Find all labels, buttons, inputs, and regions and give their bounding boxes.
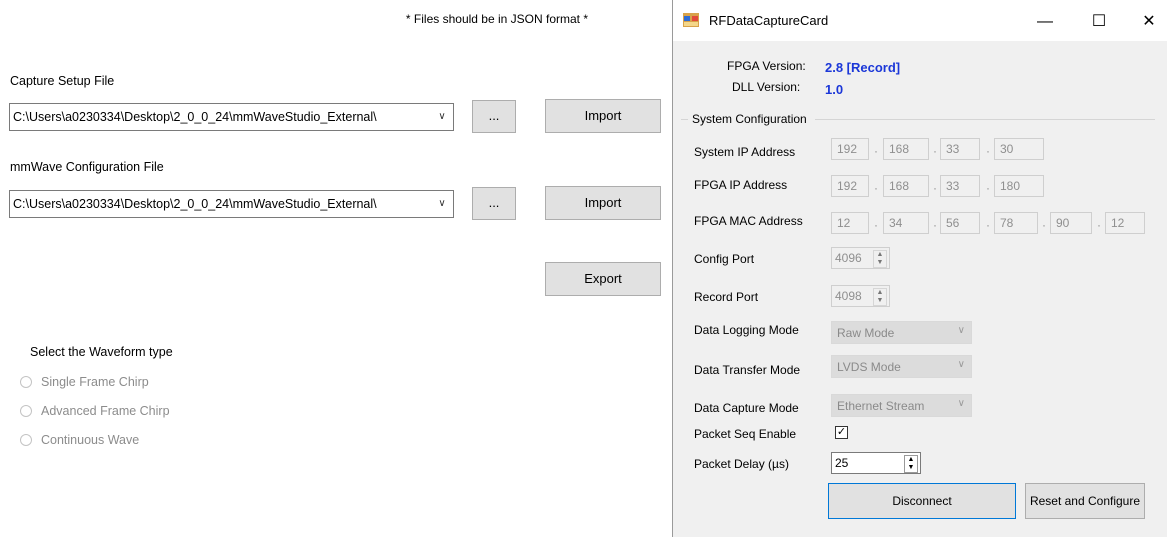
- dll-version-label: DLL Version:: [732, 80, 801, 94]
- data-logging-mode-value: Raw Mode: [837, 326, 895, 340]
- fpga-ip-octet-4[interactable]: 180: [994, 175, 1044, 197]
- radio-label: Single Frame Chirp: [41, 375, 149, 389]
- spinner-arrows-icon[interactable]: ▲ ▼: [873, 250, 887, 268]
- capture-setup-label: Capture Setup File: [10, 74, 115, 88]
- checkmark-icon: ✓: [836, 426, 847, 438]
- mac-separator: ·: [1097, 218, 1101, 232]
- mac-separator: ·: [874, 218, 878, 232]
- mmwave-config-label: mmWave Configuration File: [10, 160, 164, 174]
- mmwave-browse-button[interactable]: ...: [472, 187, 516, 220]
- packet-seq-enable-label: Packet Seq Enable: [694, 427, 797, 441]
- ip-separator: ·: [933, 181, 937, 195]
- data-capture-mode-label: Data Capture Mode: [694, 401, 799, 415]
- fpga-mac-label: FPGA MAC Address: [694, 214, 803, 228]
- chevron-down-icon: ∨: [957, 359, 965, 370]
- radio-label: Continuous Wave: [41, 433, 140, 447]
- packet-delay-spinner[interactable]: 25 ▲ ▼: [831, 452, 921, 474]
- radio-circle[interactable]: [20, 405, 32, 417]
- config-port-label: Config Port: [694, 252, 755, 266]
- waveform-type-title: Select the Waveform type: [30, 345, 173, 359]
- mac-separator: ·: [986, 218, 990, 232]
- close-button[interactable]: ✕: [1126, 8, 1167, 36]
- fpga-mac-byte-2[interactable]: 34: [883, 212, 929, 234]
- group-border: [815, 119, 1155, 120]
- fpga-mac-byte-5[interactable]: 90: [1050, 212, 1092, 234]
- chevron-down-icon: ∨: [957, 325, 965, 336]
- packet-seq-enable-checkbox[interactable]: ✓: [835, 426, 848, 439]
- data-logging-mode-label: Data Logging Mode: [694, 323, 799, 337]
- data-logging-mode-dropdown[interactable]: Raw Mode ∨: [831, 321, 972, 344]
- fpga-mac-byte-6[interactable]: 12: [1105, 212, 1145, 234]
- mac-separator: ·: [1042, 218, 1046, 232]
- record-port-label: Record Port: [694, 290, 759, 304]
- radio-label: Advanced Frame Chirp: [41, 404, 170, 418]
- system-ip-label: System IP Address: [694, 145, 796, 159]
- chevron-down-icon: ∨: [957, 398, 965, 409]
- mac-separator: ·: [933, 218, 937, 232]
- rf-data-capture-card-window: RFDataCaptureCard — ☐ ✕ FPGA Version: 2.…: [672, 0, 1167, 537]
- radio-circle[interactable]: [20, 434, 32, 446]
- ip-separator: ·: [874, 144, 878, 158]
- system-ip-octet-3[interactable]: 33: [940, 138, 980, 160]
- disconnect-button[interactable]: Disconnect: [828, 483, 1016, 519]
- system-ip-octet-1[interactable]: 192: [831, 138, 869, 160]
- fpga-version-value: 2.8 [Record]: [825, 60, 901, 75]
- json-format-note: * Files should be in JSON format *: [405, 12, 588, 26]
- mmwave-config-file-combo[interactable]: C:\Users\a0230334\Desktop\2_0_0_24\mmWav…: [9, 190, 454, 218]
- capture-import-button[interactable]: Import: [545, 99, 661, 133]
- chevron-down-icon[interactable]: ∨: [434, 108, 450, 126]
- ip-separator: ·: [874, 181, 878, 195]
- capture-browse-button[interactable]: ...: [472, 100, 516, 133]
- system-ip-octet-2[interactable]: 168: [883, 138, 929, 160]
- spinner-arrows-icon[interactable]: ▲ ▼: [873, 288, 887, 306]
- fpga-ip-label: FPGA IP Address: [694, 178, 788, 192]
- capture-setup-path: C:\Users\a0230334\Desktop\2_0_0_24\mmWav…: [13, 110, 377, 124]
- record-port-value: 4098: [835, 289, 862, 303]
- data-transfer-mode-dropdown[interactable]: LVDS Mode ∨: [831, 355, 972, 378]
- mmwave-config-path: C:\Users\a0230334\Desktop\2_0_0_24\mmWav…: [13, 197, 377, 211]
- ip-separator: ·: [933, 144, 937, 158]
- reset-and-configure-button[interactable]: Reset and Configure: [1025, 483, 1145, 519]
- packet-delay-value: 25: [835, 456, 849, 470]
- mmwave-import-button[interactable]: Import: [545, 186, 661, 220]
- capture-setup-file-combo[interactable]: C:\Users\a0230334\Desktop\2_0_0_24\mmWav…: [9, 103, 454, 131]
- ip-separator: ·: [986, 144, 990, 158]
- packet-delay-label: Packet Delay (µs): [694, 457, 789, 471]
- chevron-down-icon[interactable]: ∨: [434, 195, 450, 213]
- fpga-mac-byte-1[interactable]: 12: [831, 212, 869, 234]
- config-port-value: 4096: [835, 251, 862, 265]
- title-bar[interactable]: RFDataCaptureCard — ☐ ✕: [673, 0, 1167, 41]
- config-port-spinner[interactable]: 4096 ▲ ▼: [831, 247, 890, 269]
- fpga-ip-octet-1[interactable]: 192: [831, 175, 869, 197]
- ip-separator: ·: [986, 181, 990, 195]
- fpga-version-label: FPGA Version:: [727, 59, 806, 73]
- system-ip-octet-4[interactable]: 30: [994, 138, 1044, 160]
- system-configuration-group-title: System Configuration: [692, 112, 807, 126]
- data-capture-mode-value: Ethernet Stream: [837, 399, 925, 413]
- app-window-icon: [683, 13, 699, 27]
- data-transfer-mode-label: Data Transfer Mode: [694, 363, 801, 377]
- fpga-ip-octet-3[interactable]: 33: [940, 175, 980, 197]
- dll-version-value: 1.0: [825, 82, 844, 97]
- maximize-button[interactable]: ☐: [1076, 8, 1122, 36]
- radio-circle[interactable]: [20, 376, 32, 388]
- data-capture-mode-dropdown[interactable]: Ethernet Stream ∨: [831, 394, 972, 417]
- minimize-button[interactable]: —: [1022, 8, 1068, 36]
- fpga-mac-byte-3[interactable]: 56: [940, 212, 980, 234]
- data-transfer-mode-value: LVDS Mode: [837, 360, 901, 374]
- record-port-spinner[interactable]: 4098 ▲ ▼: [831, 285, 890, 307]
- window-title: RFDataCaptureCard: [709, 13, 829, 28]
- spinner-arrows-icon[interactable]: ▲ ▼: [904, 455, 918, 473]
- fpga-mac-byte-4[interactable]: 78: [994, 212, 1038, 234]
- export-button[interactable]: Export: [545, 262, 661, 296]
- fpga-ip-octet-2[interactable]: 168: [883, 175, 929, 197]
- group-border: [681, 119, 688, 120]
